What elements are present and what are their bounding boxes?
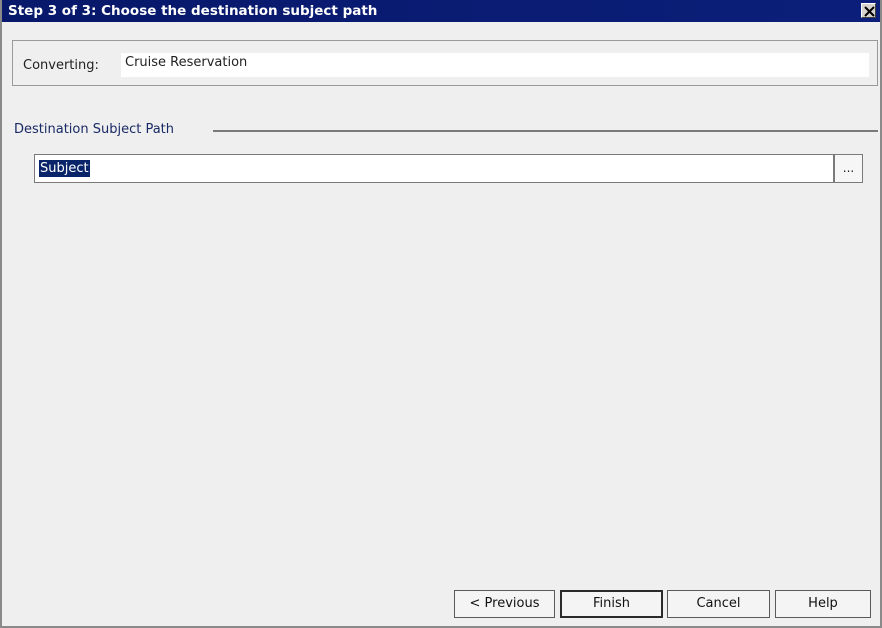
converting-panel: Converting: Cruise Reservation xyxy=(12,40,878,86)
cancel-button[interactable]: Cancel xyxy=(667,590,770,618)
finish-button[interactable]: Finish xyxy=(560,590,663,618)
close-icon xyxy=(864,6,875,17)
browse-button[interactable]: ... xyxy=(834,154,863,183)
destination-path-value: Subject xyxy=(39,160,90,177)
previous-button[interactable]: < Previous xyxy=(454,590,555,618)
title-bar[interactable]: Step 3 of 3: Choose the destination subj… xyxy=(2,0,880,22)
help-button[interactable]: Help xyxy=(775,590,871,618)
dialog-title: Step 3 of 3: Choose the destination subj… xyxy=(8,3,378,19)
converting-label: Converting: xyxy=(23,58,99,73)
destination-section-label: Destination Subject Path xyxy=(14,122,175,137)
wizard-dialog: Step 3 of 3: Choose the destination subj… xyxy=(0,0,882,628)
converting-value-field: Cruise Reservation xyxy=(121,53,869,77)
section-divider xyxy=(213,130,878,132)
close-button[interactable] xyxy=(861,3,876,18)
destination-path-input[interactable]: Subject xyxy=(34,154,834,183)
